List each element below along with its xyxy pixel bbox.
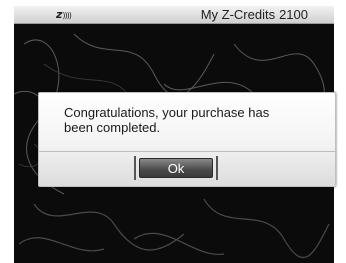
dialog-message: Congratulations, your purchase has been … (64, 105, 270, 135)
dialog-divider (39, 151, 337, 152)
z-logo-icon: z)))) (56, 8, 72, 21)
credits-value: 2100 (279, 7, 308, 22)
credits-display: My Z-Credits 2100 (201, 7, 308, 22)
status-bar: z)))) My Z-Credits 2100 (14, 6, 334, 24)
ok-button[interactable]: Ok (134, 156, 218, 180)
purchase-complete-dialog: Congratulations, your purchase has been … (38, 92, 337, 187)
credits-label: My Z-Credits (200, 7, 276, 22)
